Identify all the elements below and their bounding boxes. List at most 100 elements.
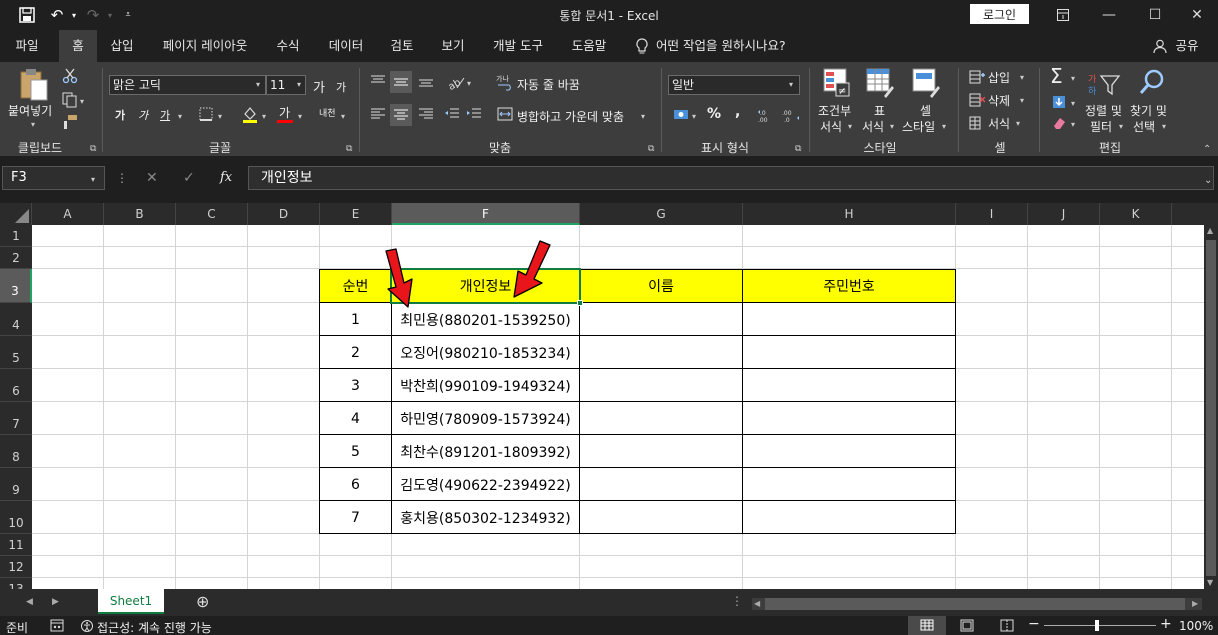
row-header-1[interactable]: 1 (0, 225, 32, 247)
lightbulb-icon[interactable] (632, 30, 652, 62)
maximize-icon[interactable]: ☐ (1132, 0, 1178, 30)
prev-sheet-icon[interactable]: ◀ (26, 597, 33, 607)
ribbon-display-icon[interactable] (1040, 0, 1086, 30)
fill-color-dropdown-icon[interactable]: ▾ (262, 112, 266, 121)
borders-icon[interactable] (199, 107, 213, 124)
col-header-k[interactable]: K (1100, 203, 1172, 225)
tab-view[interactable]: 보기 (433, 30, 473, 62)
align-bottom-icon[interactable] (418, 74, 434, 91)
fill-dropdown-icon[interactable]: ▾ (1071, 99, 1075, 108)
underline-dropdown-icon[interactable]: ▾ (178, 112, 182, 121)
sort-filter-label-2[interactable]: 필터 (1090, 118, 1112, 135)
font-size-dropdown-icon[interactable]: ▾ (297, 80, 301, 89)
merge-center-button[interactable]: 병합하고 가운데 맞춤 (517, 108, 624, 125)
align-middle-icon[interactable] (390, 71, 412, 93)
cell-personal-info[interactable]: 박찬희(990109-1949324) (392, 369, 579, 402)
align-left-icon[interactable] (370, 107, 386, 124)
close-icon[interactable]: ✕ (1174, 0, 1218, 30)
cell-styles-dropdown-icon[interactable]: ▾ (942, 122, 946, 131)
number-format-dropdown-icon[interactable]: ▾ (789, 80, 793, 89)
tab-help[interactable]: 도움말 (562, 30, 616, 62)
enter-icon[interactable]: ✓ (183, 170, 195, 186)
row-header-7[interactable]: 7 (0, 402, 32, 435)
zoom-slider-thumb[interactable] (1095, 620, 1099, 631)
autosum-icon[interactable]: Σ (1050, 64, 1063, 88)
wrap-text-button[interactable]: 자동 줄 바꿈 (517, 76, 580, 93)
name-box[interactable]: F3 (2, 166, 105, 190)
row-header-2[interactable]: 2 (0, 247, 32, 269)
row-header-3[interactable]: 3 (0, 269, 32, 303)
font-color-button[interactable]: 가 (279, 104, 290, 121)
orientation-dropdown-icon[interactable]: ▾ (467, 79, 471, 88)
borders-dropdown-icon[interactable]: ▾ (218, 112, 222, 121)
col-header-a[interactable]: A (32, 203, 104, 225)
row-header-4[interactable]: 4 (0, 303, 32, 336)
merge-center-icon[interactable] (497, 107, 513, 124)
tab-review[interactable]: 검토 (382, 30, 422, 62)
expand-formula-icon[interactable]: ⌄ (1204, 175, 1212, 186)
tab-developer[interactable]: 개발 도구 (483, 30, 553, 62)
share-button[interactable]: 공유 (1172, 30, 1202, 62)
paste-label[interactable]: 붙여넣기 (8, 102, 52, 119)
col-header-e[interactable]: E (320, 203, 392, 225)
col-header-d[interactable]: D (248, 203, 320, 225)
cell-personal-info[interactable]: 홍치용(850302-1234932) (392, 501, 579, 534)
row-header-11[interactable]: 11 (0, 534, 32, 556)
accessibility-icon[interactable] (80, 619, 94, 635)
scroll-left-icon[interactable]: ◀ (754, 599, 760, 608)
col-header-b[interactable]: B (104, 203, 176, 225)
align-top-icon[interactable] (370, 74, 386, 91)
sort-dropdown-icon[interactable]: ▾ (1119, 122, 1123, 131)
tab-data[interactable]: 데이터 (320, 30, 372, 62)
fill-handle[interactable] (577, 300, 583, 306)
insert-cells-button[interactable]: 삽입 (988, 69, 1010, 86)
page-break-view-icon[interactable] (1000, 619, 1014, 635)
bold-button[interactable]: 가 (115, 107, 125, 123)
col-header-f[interactable]: F (392, 203, 580, 225)
login-button[interactable]: 로그인 (970, 4, 1029, 24)
accessibility-status[interactable]: 접근성: 계속 진행 가능 (97, 619, 212, 635)
tab-insert[interactable]: 삽입 (102, 30, 142, 62)
cell-styles-icon[interactable] (912, 68, 940, 101)
tab-file[interactable]: 파일 (6, 30, 48, 62)
add-sheet-icon[interactable]: ⊕ (196, 592, 209, 611)
cell-seq[interactable]: 7 (320, 501, 391, 534)
conditional-formatting-label[interactable]: 조건부 (818, 102, 851, 119)
more-options-icon[interactable]: ⋮ (116, 171, 128, 185)
delete-cells-button[interactable]: 삭제 (988, 92, 1010, 109)
font-name-input[interactable]: 맑은 고딕 (109, 75, 266, 95)
font-name-dropdown-icon[interactable]: ▾ (256, 80, 260, 89)
decrease-decimal-icon[interactable]: .00.0 (781, 107, 801, 126)
paste-dropdown-icon[interactable]: ▾ (31, 120, 35, 129)
alignment-launcher-icon[interactable]: ⧉ (648, 144, 654, 154)
row-header-5[interactable]: 5 (0, 336, 32, 369)
paste-icon[interactable] (17, 68, 49, 105)
fill-icon[interactable] (1052, 95, 1066, 112)
merge-dropdown-icon[interactable]: ▾ (641, 112, 645, 121)
col-header-j[interactable]: J (1028, 203, 1100, 225)
cancel-icon[interactable]: ✕ (146, 170, 158, 186)
clear-icon[interactable] (1052, 116, 1066, 133)
cell-styles-label[interactable]: 셀 (920, 102, 931, 119)
col-header-h[interactable]: H (743, 203, 956, 225)
row-header-9[interactable]: 9 (0, 468, 32, 501)
italic-button[interactable]: 가 (138, 107, 148, 123)
cell-personal-info[interactable]: 오징어(980210-1853234) (392, 336, 579, 369)
row-header-8[interactable]: 8 (0, 435, 32, 468)
share-user-icon[interactable] (1150, 30, 1170, 62)
sort-filter-label[interactable]: 정렬 및 (1085, 102, 1122, 119)
scroll-up-icon[interactable]: ▲ (1207, 226, 1213, 235)
next-sheet-icon[interactable]: ▶ (52, 597, 59, 607)
formula-input[interactable]: 개인정보 (248, 166, 1214, 190)
tab-page-layout[interactable]: 페이지 레이아웃 (152, 30, 258, 62)
scroll-down-icon[interactable]: ▼ (1207, 578, 1213, 587)
col-header-i[interactable]: I (956, 203, 1028, 225)
conditional-formatting-label-2[interactable]: 서식 (820, 118, 842, 135)
col-header-l[interactable] (1172, 203, 1218, 225)
conditional-formatting-icon[interactable]: ≠ (823, 68, 851, 101)
header-cell-id-number[interactable]: 주민번호 (742, 269, 956, 303)
autosum-dropdown-icon[interactable]: ▾ (1071, 74, 1075, 83)
zoom-level[interactable]: 100% (1179, 619, 1213, 633)
name-box-dropdown-icon[interactable]: ▾ (91, 175, 95, 184)
insert-dropdown-icon[interactable]: ▾ (1020, 73, 1024, 82)
